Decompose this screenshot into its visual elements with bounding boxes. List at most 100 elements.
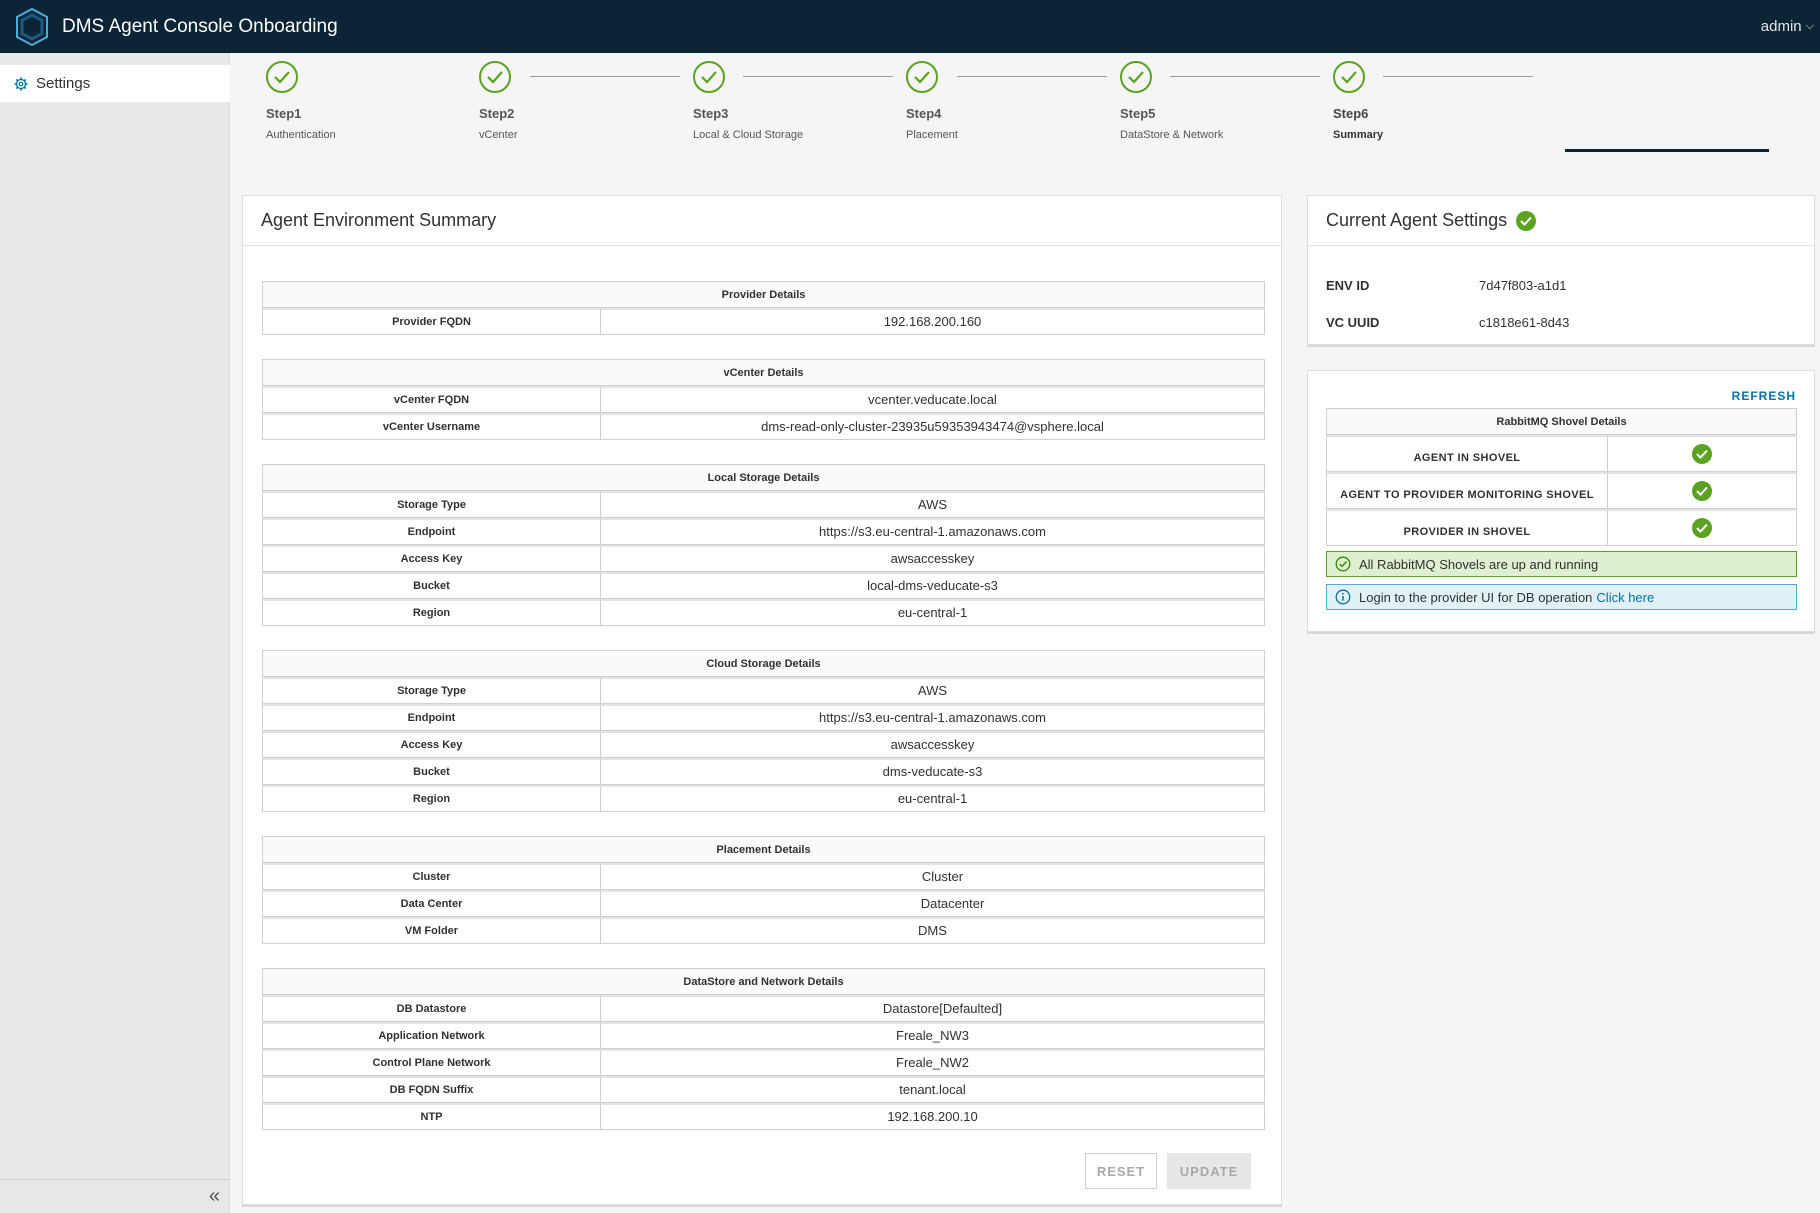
row-value: eu-central-1 [601, 785, 1265, 812]
step-name: Step1 [266, 106, 302, 121]
row-value: local-dms-veducate-s3 [601, 572, 1265, 599]
table-row: Cluster Cluster [262, 863, 1265, 890]
row-value: Datacenter [601, 890, 1265, 917]
shovel-status [1608, 472, 1797, 509]
step-1[interactable]: Step1 Authentication [230, 61, 460, 141]
table-row: VM Folder DMS [262, 917, 1265, 944]
row-label: Region [262, 785, 601, 812]
table-row: DB FQDN Suffix tenant.local [262, 1076, 1265, 1103]
shovel-label: AGENT TO PROVIDER MONITORING SHOVEL [1326, 472, 1608, 509]
step-6[interactable]: Step6 Summary [1297, 61, 1527, 141]
step-name: Step3 [693, 106, 729, 121]
table-row: Access Key awsaccesskey [262, 731, 1265, 758]
row-value: Cluster [601, 863, 1265, 890]
step-name: Step4 [906, 106, 942, 121]
row-value: Freale_NW2 [601, 1049, 1265, 1076]
row-value: Freale_NW3 [601, 1022, 1265, 1049]
row-label: vCenter FQDN [262, 386, 601, 413]
step-5[interactable]: Step5 DataStore & Network [1084, 61, 1314, 141]
sidebar-item-label: Settings [36, 75, 91, 92]
section-title: Cloud Storage Details [262, 650, 1265, 677]
table-row: Storage Type AWS [262, 677, 1265, 704]
step-2[interactable]: Step2 vCenter [443, 61, 673, 141]
row-value: Datastore[Defaulted] [601, 995, 1265, 1022]
row-value: DMS [601, 917, 1265, 944]
row-value: vcenter.veducate.local [601, 386, 1265, 413]
row-label: vCenter Username [262, 413, 601, 440]
row-label: NTP [262, 1103, 601, 1130]
card-title: Agent Environment Summary [243, 196, 1281, 246]
vc-uuid-label: VC UUID [1326, 315, 1380, 330]
row-label: Bucket [262, 758, 601, 785]
alert-text: Login to the provider UI for DB operatio… [1359, 589, 1593, 605]
info-alert: Login to the provider UI for DB operatio… [1326, 584, 1797, 610]
table-row: Storage Type AWS [262, 491, 1265, 518]
shovel-status-card: REFRESH RabbitMQ Shovel Details AGENT IN… [1307, 370, 1815, 632]
refresh-button[interactable]: REFRESH [1732, 389, 1796, 403]
card-title: Current Agent Settings [1326, 210, 1508, 230]
table-row: Data Center Datacenter [262, 890, 1265, 917]
table-row: vCenter Username dms-read-only-cluster-2… [262, 413, 1265, 440]
card-header: Current Agent Settings [1308, 196, 1814, 246]
table-row: Endpoint https://s3.eu-central-1.amazonaw… [262, 704, 1265, 731]
vcenter-details-table: vCenter Details vCenter FQDN vcenter.ved… [262, 359, 1265, 440]
check-circle-icon [1516, 210, 1537, 231]
update-button[interactable]: UPDATE [1167, 1153, 1251, 1189]
table-row: Control Plane Network Freale_NW2 [262, 1049, 1265, 1076]
table-row: Endpoint https://s3.eu-central-1.amazonaw… [262, 518, 1265, 545]
row-label: VM Folder [262, 917, 601, 944]
provider-details-table: Provider Details Provider FQDN 192.168.2… [262, 281, 1265, 335]
row-value: 192.168.200.160 [601, 308, 1265, 335]
step-name: Step6 [1333, 106, 1369, 121]
row-value: eu-central-1 [601, 599, 1265, 626]
local-storage-details-table: Local Storage Details Storage Type AWS En… [262, 464, 1265, 626]
row-label: DB FQDN Suffix [262, 1076, 601, 1103]
row-value: https://s3.eu-central-1.amazonaws.com [601, 704, 1265, 731]
section-title: Provider Details [262, 281, 1265, 308]
check-icon [479, 61, 511, 93]
step-subtitle: DataStore & Network [1120, 129, 1224, 141]
wizard-stepper: Step1 Authentication Step2 vCenter Step3… [230, 53, 1820, 168]
placement-details-table: Placement Details Cluster Cluster Data Ce… [262, 836, 1265, 944]
table-row: Access Key awsaccesskey [262, 545, 1265, 572]
row-label: DB Datastore [262, 995, 601, 1022]
row-value: dms-veducate-s3 [601, 758, 1265, 785]
row-value: dms-read-only-cluster-23935u59353943474@… [601, 413, 1265, 440]
table-row: PROVIDER IN SHOVEL [1326, 509, 1797, 546]
check-icon [906, 61, 938, 93]
datastore-network-details-table: DataStore and Network Details DB Datasto… [262, 968, 1265, 1130]
check-icon [266, 61, 298, 93]
table-row: Application Network Freale_NW3 [262, 1022, 1265, 1049]
env-id-row: ENV ID 7d47f803-a1d1 [1326, 278, 1566, 293]
shovel-details-table: RabbitMQ Shovel Details AGENT IN SHOVEL … [1326, 408, 1797, 546]
step-4[interactable]: Step4 Placement [870, 61, 1100, 141]
row-value: tenant.local [601, 1076, 1265, 1103]
provider-ui-link[interactable]: Click here [1596, 590, 1654, 605]
row-label: Cluster [262, 863, 601, 890]
step-3[interactable]: Step3 Local & Cloud Storage [657, 61, 887, 141]
row-label: Bucket [262, 572, 601, 599]
section-title: vCenter Details [262, 359, 1265, 386]
table-row: AGENT TO PROVIDER MONITORING SHOVEL [1326, 472, 1797, 509]
step-name: Step5 [1120, 106, 1156, 121]
step-subtitle: Summary [1333, 129, 1384, 141]
table-row: Region eu-central-1 [262, 785, 1265, 812]
check-circle-icon [1692, 481, 1712, 501]
user-menu[interactable]: admin ⌵ [1761, 0, 1814, 53]
section-title: Local Storage Details [262, 464, 1265, 491]
row-label: Provider FQDN [262, 308, 601, 335]
row-label: Access Key [262, 545, 601, 572]
table-row: NTP 192.168.200.10 [262, 1103, 1265, 1130]
row-value: awsaccesskey [601, 545, 1265, 572]
reset-button[interactable]: RESET [1085, 1153, 1157, 1189]
row-label: Endpoint [262, 518, 601, 545]
sidebar-item-settings[interactable]: Settings [0, 65, 230, 102]
env-id-value: 7d47f803-a1d1 [1479, 278, 1567, 293]
check-circle-outline-icon [1335, 556, 1351, 572]
row-label: Endpoint [262, 704, 601, 731]
row-value: awsaccesskey [601, 731, 1265, 758]
step-subtitle: vCenter [479, 129, 518, 141]
row-label: Storage Type [262, 677, 601, 704]
shovel-label: AGENT IN SHOVEL [1326, 435, 1608, 472]
collapse-sidebar-icon[interactable]: « [209, 1186, 220, 1206]
